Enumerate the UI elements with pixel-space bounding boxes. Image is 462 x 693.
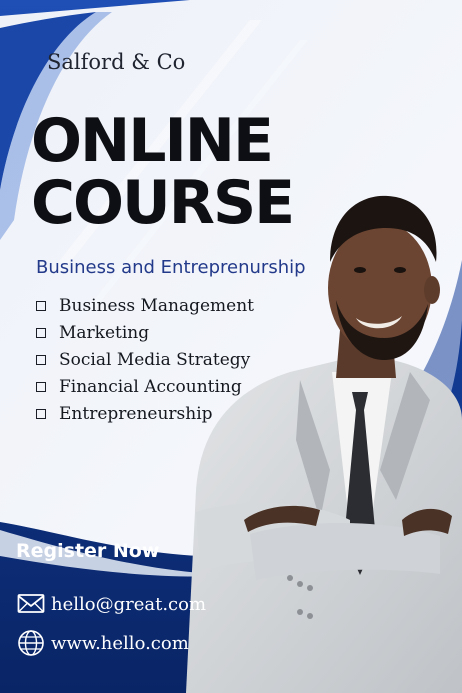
- topic-label: Business Management: [59, 295, 254, 316]
- title-line-1: ONLINE: [31, 106, 274, 176]
- list-item: Marketing: [36, 319, 254, 346]
- checkbox-icon: [36, 327, 46, 338]
- list-item: Entrepreneurship: [36, 400, 254, 427]
- list-item: Social Media Strategy: [36, 346, 254, 373]
- title-line-2: COURSE: [31, 168, 295, 238]
- checkbox-icon: [36, 408, 46, 419]
- website-url: www.hello.com: [51, 632, 189, 654]
- course-subtitle: Business and Entreprenurship: [36, 257, 306, 278]
- course-title: ONLINE COURSE: [31, 110, 295, 234]
- topic-label: Entrepreneurship: [59, 403, 213, 424]
- topic-label: Social Media Strategy: [59, 349, 251, 370]
- checkbox-icon: [36, 354, 46, 365]
- checkbox-icon: [36, 300, 46, 311]
- list-item: Business Management: [36, 292, 254, 319]
- email-address: hello@great.com: [51, 593, 207, 615]
- topic-label: Marketing: [59, 322, 150, 343]
- topic-list: Business Management Marketing Social Med…: [36, 292, 254, 427]
- register-now-cta[interactable]: Register Now: [16, 540, 159, 562]
- globe-icon: [18, 630, 44, 656]
- course-poster: Salford & Co ONLINE COURSE Business and …: [0, 0, 462, 693]
- website-contact[interactable]: www.hello.com: [17, 629, 189, 657]
- envelope-icon: [17, 594, 45, 613]
- topic-label: Financial Accounting: [59, 376, 242, 397]
- checkbox-icon: [36, 381, 46, 392]
- list-item: Financial Accounting: [36, 373, 254, 400]
- brand-name: Salford & Co: [47, 50, 186, 74]
- email-contact[interactable]: hello@great.com: [17, 593, 206, 615]
